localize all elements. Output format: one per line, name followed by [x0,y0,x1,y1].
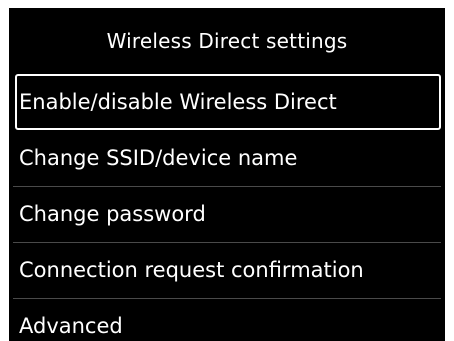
menu-item-enable-disable-wireless-direct[interactable]: Enable/disable Wireless Direct [15,74,441,130]
menu-item-label: Advanced [19,314,123,338]
menu-item-label: Connection request confirmation [19,258,364,282]
menu-item-change-password[interactable]: Change password [9,186,445,242]
lcd-screen: Wireless Direct settings Enable/disable … [9,8,445,341]
menu-item-label: Enable/disable Wireless Direct [19,90,337,114]
menu-item-connection-request-confirmation[interactable]: Connection request confirmation [9,242,445,298]
menu-item-label: Change password [19,202,206,226]
menu-item-change-ssid-device-name[interactable]: Change SSID/device name [9,130,445,186]
settings-menu: Enable/disable Wireless Direct Change SS… [9,74,445,341]
menu-item-advanced[interactable]: Advanced [9,298,445,341]
menu-item-label: Change SSID/device name [19,146,298,170]
screen-title: Wireless Direct settings [106,29,348,53]
